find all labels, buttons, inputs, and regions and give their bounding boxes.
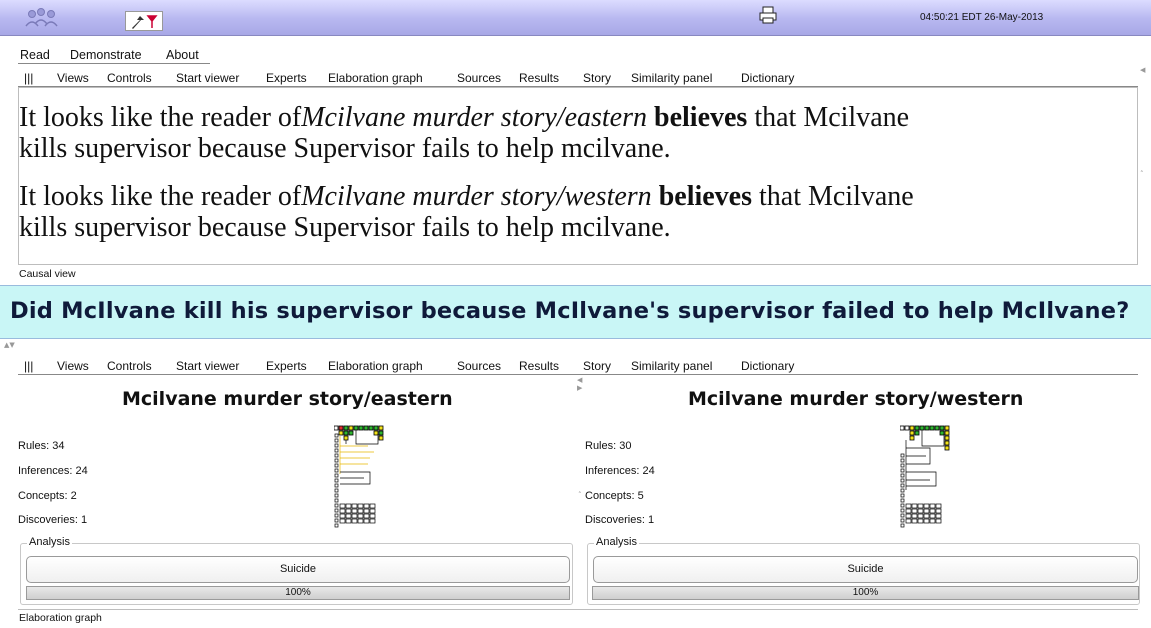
tab-story[interactable]: Story xyxy=(583,359,611,373)
explanation-line-2a: It looks like the reader ofMcilvane murd… xyxy=(19,181,914,212)
rules-count: Rules: 30 xyxy=(585,440,632,452)
tab-sources[interactable]: Sources xyxy=(457,71,501,85)
tab-elaboration-graph[interactable]: Elaboration graph xyxy=(328,359,423,373)
menu-bar: Read Demonstrate About xyxy=(0,46,1151,64)
pointer-icon[interactable] xyxy=(126,12,164,32)
discoveries-count: Discoveries: 1 xyxy=(18,514,88,526)
menu-about[interactable]: About xyxy=(166,48,199,62)
analysis-legend: Analysis xyxy=(27,536,72,548)
splitter-arrows-icon[interactable]: ▲▼ xyxy=(4,341,15,349)
tab-controls[interactable]: Controls xyxy=(107,71,152,85)
suicide-button-western[interactable]: Suicide xyxy=(593,556,1138,583)
explanation-line-1a: It looks like the reader ofMcilvane murd… xyxy=(19,102,910,133)
menu-demonstrate[interactable]: Demonstrate xyxy=(70,48,142,62)
people-logo-icon xyxy=(25,8,58,27)
explanation-line-2b: kills supervisor because Supervisor fail… xyxy=(19,212,671,243)
analysis-legend: Analysis xyxy=(594,536,639,548)
tab-experts[interactable]: Experts xyxy=(266,359,307,373)
tab-elaboration-graph[interactable]: Elaboration graph xyxy=(328,71,423,85)
printer-icon[interactable] xyxy=(758,5,778,25)
tab-experts[interactable]: Experts xyxy=(266,71,307,85)
explanation-line-1b: kills supervisor because Supervisor fail… xyxy=(19,133,671,164)
tab-handle[interactable]: ||| xyxy=(24,359,33,373)
tab-views[interactable]: Views xyxy=(57,71,89,85)
tab-views[interactable]: Views xyxy=(57,359,89,373)
tab-results[interactable]: Results xyxy=(519,359,559,373)
inferences-count: Inferences: 24 xyxy=(18,465,88,477)
rules-count: Rules: 34 xyxy=(18,440,65,452)
splitter-handle-icon[interactable]: ˄ xyxy=(1140,170,1144,178)
inferences-count: Inferences: 24 xyxy=(585,465,655,477)
elaboration-graph-eastern[interactable] xyxy=(334,424,394,534)
title-bar: 04:50:21 EDT 26-May-2013 xyxy=(0,0,1151,36)
tab-handle[interactable]: ||| xyxy=(24,71,33,85)
story-title-eastern: Mcilvane murder story/eastern xyxy=(122,388,453,410)
tab-results[interactable]: Results xyxy=(519,71,559,85)
story-title-western: Mcilvane murder story/western xyxy=(688,388,1024,410)
suicide-button-eastern[interactable]: Suicide xyxy=(26,556,570,583)
splitter-mid-icon[interactable]: ˄ xyxy=(578,491,582,499)
elaboration-graph-western[interactable] xyxy=(900,424,960,534)
tab-sources[interactable]: Sources xyxy=(457,359,501,373)
scroll-up-icon[interactable]: ◀ xyxy=(1140,66,1145,74)
elaboration-graph-label: Elaboration graph xyxy=(19,612,102,624)
tab-start-viewer[interactable]: Start viewer xyxy=(176,71,239,85)
concepts-count: Concepts: 2 xyxy=(18,490,77,502)
question-bar: Did McIlvane kill his supervisor because… xyxy=(0,285,1151,339)
discoveries-count: Discoveries: 1 xyxy=(585,514,655,526)
tab-dictionary[interactable]: Dictionary xyxy=(741,359,794,373)
status-divider xyxy=(18,609,1138,610)
concepts-count: Concepts: 5 xyxy=(585,490,644,502)
tab-start-viewer[interactable]: Start viewer xyxy=(176,359,239,373)
tab-story[interactable]: Story xyxy=(583,71,611,85)
tab-similarity-panel[interactable]: Similarity panel xyxy=(631,71,712,85)
progress-bar-eastern: 100% xyxy=(26,586,570,600)
causal-view-label: Causal view xyxy=(19,268,76,280)
tab-dictionary[interactable]: Dictionary xyxy=(741,71,794,85)
tab-controls[interactable]: Controls xyxy=(107,359,152,373)
tab-similarity-panel[interactable]: Similarity panel xyxy=(631,359,712,373)
clock-display: 04:50:21 EDT 26-May-2013 xyxy=(920,12,1044,23)
menu-read[interactable]: Read xyxy=(20,48,50,62)
progress-bar-western: 100% xyxy=(592,586,1139,600)
causal-view-panel: It looks like the reader ofMcilvane murd… xyxy=(18,87,1138,265)
tool-palette[interactable] xyxy=(125,11,163,31)
question-text: Did McIlvane kill his supervisor because… xyxy=(10,298,1130,324)
splitter-left-icon[interactable]: ◀ ▶ xyxy=(577,376,582,392)
